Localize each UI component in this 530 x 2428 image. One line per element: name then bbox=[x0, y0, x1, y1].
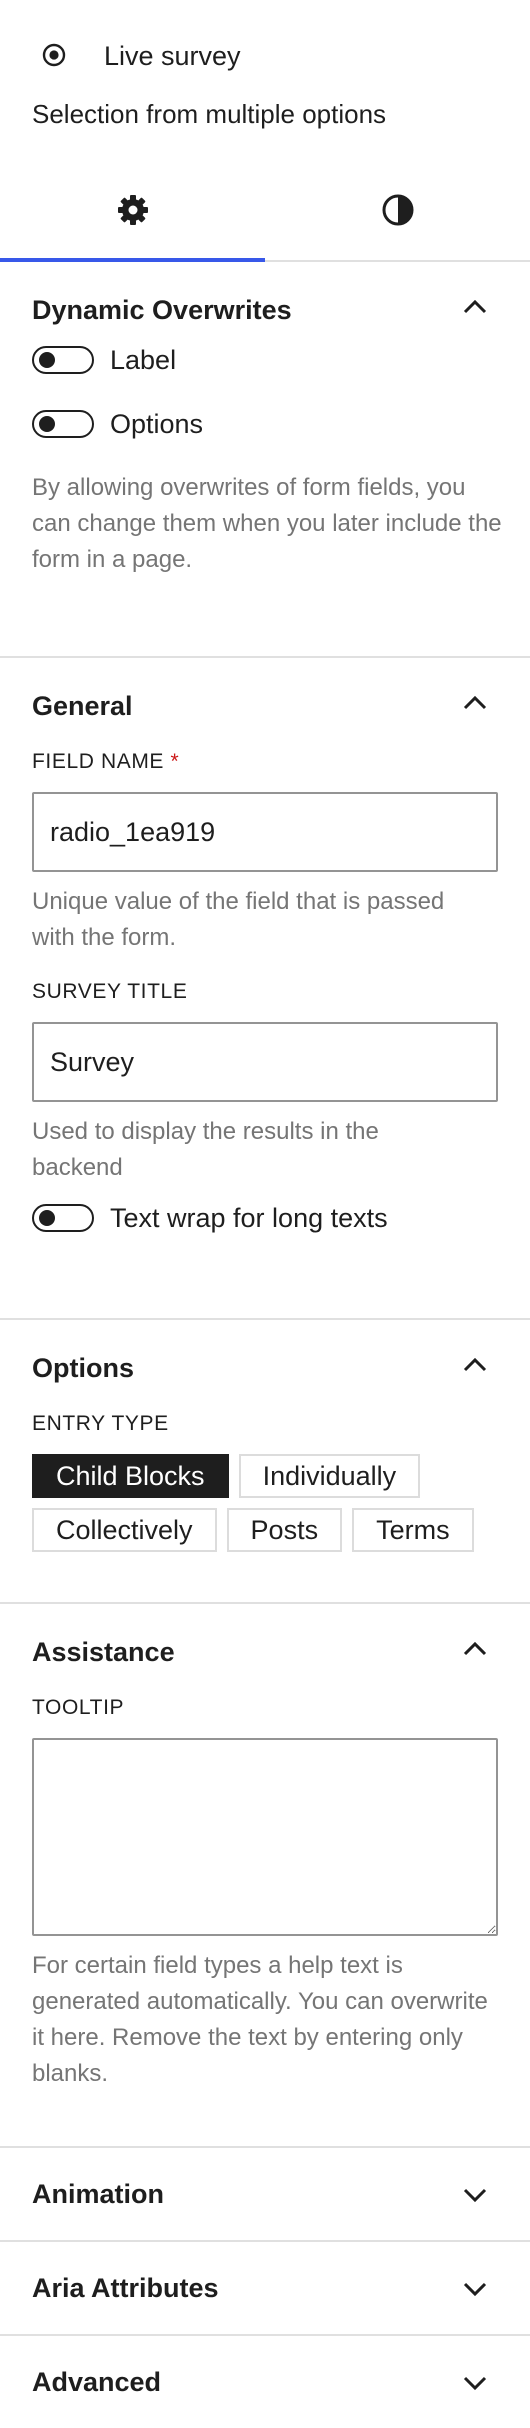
chevron-up-icon bbox=[463, 695, 487, 710]
survey-title-label: SURVEY TITLE bbox=[32, 980, 188, 1003]
entry-type-individually[interactable]: Individually bbox=[238, 1454, 421, 1498]
panel-dynamic-overwrites: Dynamic Overwrites Label Options By allo… bbox=[0, 262, 530, 658]
entry-type-posts[interactable]: Posts bbox=[226, 1508, 343, 1552]
panel-assistance: Assistance TOOLTIP For certain field typ… bbox=[0, 1604, 530, 2148]
panel-advanced: Advanced bbox=[0, 2336, 530, 2428]
help-text: By allowing overwrites of form fields, y… bbox=[32, 474, 502, 573]
block-card: Live survey Selection from multiple opti… bbox=[0, 0, 530, 160]
toggle-label: Options bbox=[110, 409, 204, 439]
toggle-knob bbox=[39, 352, 55, 368]
panel-title: Aria Attributes bbox=[32, 2273, 219, 2303]
panel-toggle-advanced[interactable]: Advanced bbox=[0, 2336, 530, 2428]
panel-toggle-options[interactable]: Options bbox=[0, 1320, 530, 1414]
chevron-down-icon bbox=[463, 2376, 487, 2391]
panel-animation: Animation bbox=[0, 2148, 530, 2242]
settings-tabs bbox=[0, 160, 530, 262]
entry-type-group: Child Blocks Individually Collectively P… bbox=[32, 1454, 502, 1552]
panel-general: General FIELD NAME * Unique value of the… bbox=[0, 658, 530, 1320]
toggle-row-options: Options bbox=[32, 406, 498, 442]
gear-icon bbox=[117, 195, 148, 225]
survey-title-help: Used to display the results in the backe… bbox=[32, 1118, 379, 1181]
text-wrap-toggle[interactable] bbox=[32, 1204, 94, 1232]
block-settings-panel: Live survey Selection from multiple opti… bbox=[0, 0, 530, 2426]
tab-settings[interactable] bbox=[0, 160, 265, 262]
block-title: Live survey bbox=[104, 41, 241, 71]
survey-title-input[interactable] bbox=[32, 1022, 498, 1102]
toggle-label: Text wrap for long texts bbox=[110, 1203, 388, 1233]
panel-title: Animation bbox=[32, 2179, 164, 2209]
panel-toggle-assistance[interactable]: Assistance bbox=[0, 1604, 530, 1698]
toggle-row-text-wrap: Text wrap for long texts bbox=[32, 1200, 498, 1236]
block-description: Selection from multiple options bbox=[32, 99, 387, 129]
toggle-knob bbox=[39, 416, 55, 432]
toggle-knob bbox=[39, 1210, 55, 1226]
panel-title: Options bbox=[32, 1353, 134, 1383]
panel-toggle-aria-attributes[interactable]: Aria Attributes bbox=[0, 2242, 530, 2334]
chevron-up-icon bbox=[463, 1357, 487, 1372]
field-name-label: FIELD NAME * bbox=[32, 750, 498, 774]
chevron-up-icon bbox=[463, 1641, 487, 1656]
panel-title: Advanced bbox=[32, 2367, 162, 2397]
label-overwrite-toggle[interactable] bbox=[32, 346, 94, 374]
chevron-down-icon bbox=[463, 2188, 487, 2203]
toggle-label: Label bbox=[110, 345, 177, 375]
chevron-down-icon bbox=[463, 2282, 487, 2297]
required-indicator: * bbox=[170, 750, 180, 773]
options-overwrite-toggle[interactable] bbox=[32, 410, 94, 438]
tooltip-help: For certain field types a help text is g… bbox=[32, 1952, 488, 2087]
entry-type-terms[interactable]: Terms bbox=[352, 1508, 474, 1552]
contrast-icon bbox=[382, 194, 413, 226]
field-name-label-text: FIELD NAME bbox=[32, 750, 165, 773]
toggle-row-label: Label bbox=[32, 342, 498, 378]
panel-aria-attributes: Aria Attributes bbox=[0, 2242, 530, 2336]
field-name-input[interactable] bbox=[32, 792, 498, 872]
tab-styles[interactable] bbox=[265, 160, 530, 260]
panel-title: Assistance bbox=[32, 1637, 175, 1667]
radio-button-icon bbox=[42, 43, 66, 67]
panel-title: General bbox=[32, 691, 133, 721]
tooltip-label: TOOLTIP bbox=[32, 1696, 125, 1719]
entry-type-collectively[interactable]: Collectively bbox=[32, 1508, 217, 1552]
panel-title: Dynamic Overwrites bbox=[32, 295, 292, 325]
field-name-help: Unique value of the field that is passed… bbox=[32, 888, 445, 951]
panel-options: Options ENTRY TYPE Child Blocks Individu… bbox=[0, 1320, 530, 1604]
entry-type-child-blocks[interactable]: Child Blocks bbox=[32, 1454, 229, 1498]
chevron-up-icon bbox=[463, 299, 487, 314]
tooltip-textarea[interactable] bbox=[32, 1738, 498, 1936]
panel-toggle-animation[interactable]: Animation bbox=[0, 2148, 530, 2240]
entry-type-label: ENTRY TYPE bbox=[32, 1412, 169, 1435]
panel-toggle-general[interactable]: General bbox=[0, 658, 530, 752]
